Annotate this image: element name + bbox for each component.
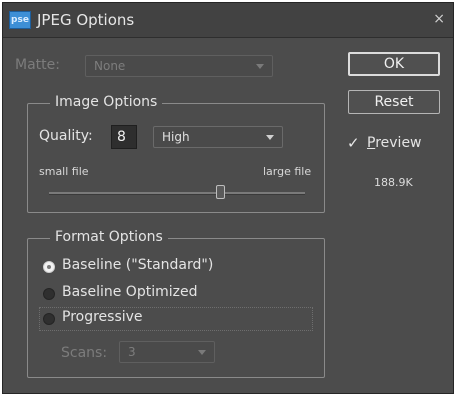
- chevron-down-icon: [256, 64, 264, 69]
- format-options-title: Format Options: [50, 229, 168, 245]
- close-icon[interactable]: ×: [433, 11, 445, 27]
- title-bar[interactable]: pse JPEG Options ×: [3, 3, 453, 38]
- matte-label: Matte:: [15, 57, 60, 73]
- quality-preset-value: High: [162, 130, 190, 144]
- baseline-optimized-radio[interactable]: [43, 288, 55, 300]
- dialog-title: JPEG Options: [37, 11, 135, 29]
- ok-button[interactable]: OK: [348, 52, 440, 76]
- preview-checkbox[interactable]: ✓: [347, 134, 360, 152]
- reset-button[interactable]: Reset: [348, 90, 440, 114]
- matte-dropdown-value: None: [94, 59, 126, 73]
- image-options-group: [27, 103, 325, 213]
- photoshop-elements-app-icon: pse: [9, 11, 31, 29]
- quality-preset-dropdown[interactable]: High: [153, 126, 283, 148]
- matte-dropdown[interactable]: None: [85, 55, 273, 77]
- quality-label: Quality:: [39, 128, 93, 144]
- scans-dropdown[interactable]: 3: [119, 341, 215, 363]
- preview-label-rest: review: [375, 135, 422, 151]
- file-size-readout: 188.9K: [374, 176, 413, 189]
- preview-label-accesskey: P: [367, 135, 376, 151]
- progressive-radio[interactable]: [43, 313, 55, 325]
- baseline-standard-label[interactable]: Baseline ("Standard"): [62, 257, 213, 273]
- baseline-standard-radio[interactable]: [43, 261, 55, 273]
- quality-slider-track[interactable]: [49, 192, 305, 195]
- progressive-label[interactable]: Progressive: [62, 309, 143, 325]
- large-file-label: large file: [263, 165, 312, 178]
- baseline-optimized-label[interactable]: Baseline Optimized: [62, 284, 197, 300]
- scans-label: Scans:: [61, 345, 108, 361]
- image-options-title: Image Options: [50, 94, 163, 110]
- preview-label[interactable]: Preview: [367, 135, 422, 151]
- chevron-down-icon: [198, 350, 206, 355]
- quality-slider-thumb[interactable]: [216, 185, 225, 199]
- chevron-down-icon: [266, 135, 274, 140]
- scans-dropdown-value: 3: [128, 345, 136, 359]
- jpeg-options-dialog: pse JPEG Options × Matte: None Image Opt…: [2, 2, 454, 394]
- quality-value-field[interactable]: 8: [111, 125, 137, 149]
- small-file-label: small file: [39, 165, 89, 178]
